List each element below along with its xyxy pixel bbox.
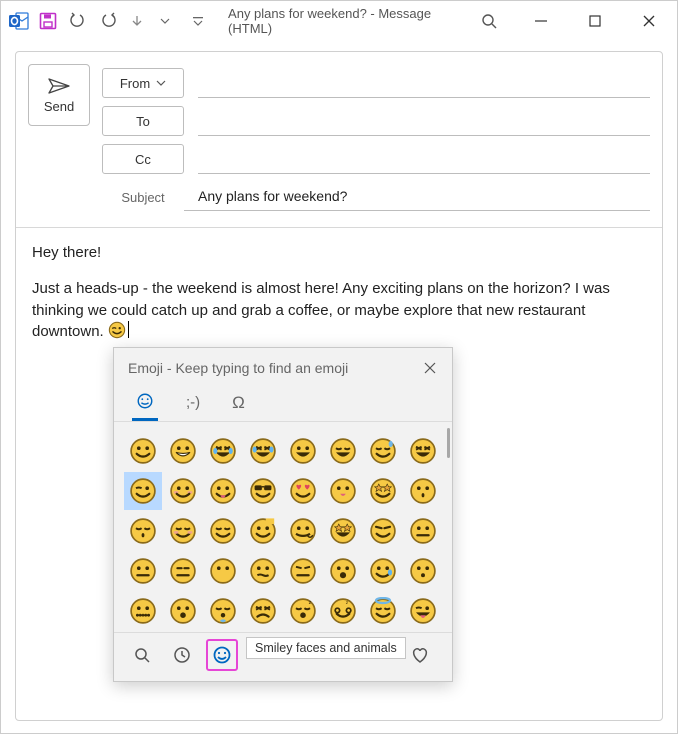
to-field[interactable] <box>198 106 650 136</box>
emoji-picker-panel: Emoji - Keep typing to find an emoji ;-)… <box>113 347 453 682</box>
emoji-panel-close-button[interactable] <box>420 358 440 378</box>
emoji-cell[interactable] <box>244 512 282 550</box>
emoji-cell[interactable] <box>124 472 162 510</box>
emoji-cell[interactable] <box>164 512 202 550</box>
emoji-cell[interactable] <box>204 512 242 550</box>
text-cursor <box>128 321 129 338</box>
send-icon <box>47 77 71 95</box>
outlook-app-icon <box>5 7 33 35</box>
emoji-cell[interactable] <box>364 472 402 510</box>
cc-label: Cc <box>135 152 151 167</box>
to-button[interactable]: To <box>102 106 184 136</box>
emoji-search-button[interactable] <box>126 639 158 671</box>
emoji-grid: zz <box>114 422 452 632</box>
emoji-cell[interactable] <box>404 472 442 510</box>
emoji-cell[interactable] <box>204 592 242 630</box>
emoji-cell[interactable] <box>204 472 242 510</box>
emoji-cell[interactable] <box>324 472 362 510</box>
emoji-cell[interactable] <box>404 592 442 630</box>
minimize-button[interactable] <box>523 6 559 36</box>
redo-icon[interactable] <box>94 7 122 35</box>
chevron-down-icon <box>156 78 166 88</box>
quick-access-overflow-icon[interactable] <box>184 7 212 35</box>
send-button[interactable]: Send <box>28 64 90 126</box>
emoji-tab-kaomoji[interactable]: ;-) <box>182 392 204 419</box>
emoji-cell[interactable] <box>124 552 162 590</box>
emoji-cell[interactable] <box>204 552 242 590</box>
emoji-cell[interactable] <box>324 432 362 470</box>
to-label: To <box>136 114 150 129</box>
undo-icon[interactable] <box>64 7 92 35</box>
emoji-cell[interactable] <box>204 432 242 470</box>
emoji-cell[interactable]: z <box>324 592 362 630</box>
emoji-tab-symbols[interactable]: Ω <box>228 391 249 421</box>
emoji-cell[interactable] <box>284 472 322 510</box>
emoji-cell[interactable] <box>404 512 442 550</box>
emoji-cell[interactable] <box>124 512 162 550</box>
emoji-cell[interactable] <box>324 552 362 590</box>
chevron-down-icon[interactable] <box>151 7 179 35</box>
emoji-cell[interactable] <box>124 432 162 470</box>
svg-text:z: z <box>309 600 312 606</box>
emoji-cell[interactable] <box>164 432 202 470</box>
emoji-cell[interactable] <box>404 552 442 590</box>
window-title: Any plans for weekend? - Message (HTML) <box>228 6 475 36</box>
more-down-icon[interactable] <box>123 7 151 35</box>
emoji-cell[interactable] <box>244 472 282 510</box>
emoji-cell[interactable] <box>364 592 402 630</box>
emoji-cell[interactable] <box>324 512 362 550</box>
emoji-category-tooltip: Smiley faces and animals <box>246 637 406 659</box>
emoji-cell[interactable]: z <box>284 592 322 630</box>
maximize-button[interactable] <box>577 6 613 36</box>
emoji-cell[interactable] <box>244 592 282 630</box>
emoji-cell[interactable] <box>244 432 282 470</box>
titlebar: Any plans for weekend? - Message (HTML) <box>1 1 677 41</box>
emoji-cell[interactable] <box>364 432 402 470</box>
wink-emoji-icon <box>108 321 126 339</box>
emoji-cell[interactable] <box>284 512 322 550</box>
smiley-icon <box>136 392 154 410</box>
emoji-cell[interactable] <box>284 432 322 470</box>
emoji-cell[interactable] <box>244 552 282 590</box>
subject-field[interactable]: Any plans for weekend? <box>184 184 650 211</box>
close-window-button[interactable] <box>631 6 667 36</box>
send-button-label: Send <box>44 99 74 114</box>
emoji-cell[interactable] <box>164 592 202 630</box>
emoji-category-smileys-button[interactable] <box>206 639 238 671</box>
emoji-cell[interactable] <box>364 552 402 590</box>
body-paragraph: Just a heads-up - the weekend is almost … <box>32 278 646 343</box>
search-icon[interactable] <box>475 7 503 35</box>
emoji-cell[interactable] <box>164 472 202 510</box>
subject-label: Subject <box>102 190 184 205</box>
emoji-category-favorites-button[interactable] <box>404 639 436 671</box>
from-button[interactable]: From <box>102 68 184 98</box>
emoji-panel-title: Emoji - Keep typing to find an emoji <box>128 360 348 376</box>
from-label: From <box>120 76 150 91</box>
emoji-cell[interactable] <box>404 432 442 470</box>
emoji-panel-footer: Smiley faces and animals <box>114 633 452 681</box>
emoji-cell[interactable] <box>364 512 402 550</box>
emoji-tab-emoji[interactable] <box>132 390 158 421</box>
scrollbar-thumb[interactable] <box>447 428 450 458</box>
emoji-cell[interactable] <box>164 552 202 590</box>
from-field[interactable] <box>198 68 650 98</box>
cc-button[interactable]: Cc <box>102 144 184 174</box>
emoji-cell[interactable] <box>284 552 322 590</box>
emoji-cell[interactable] <box>124 592 162 630</box>
cc-field[interactable] <box>198 144 650 174</box>
body-greeting: Hey there! <box>32 242 646 264</box>
save-icon[interactable] <box>35 7 63 35</box>
emoji-recent-button[interactable] <box>166 639 198 671</box>
